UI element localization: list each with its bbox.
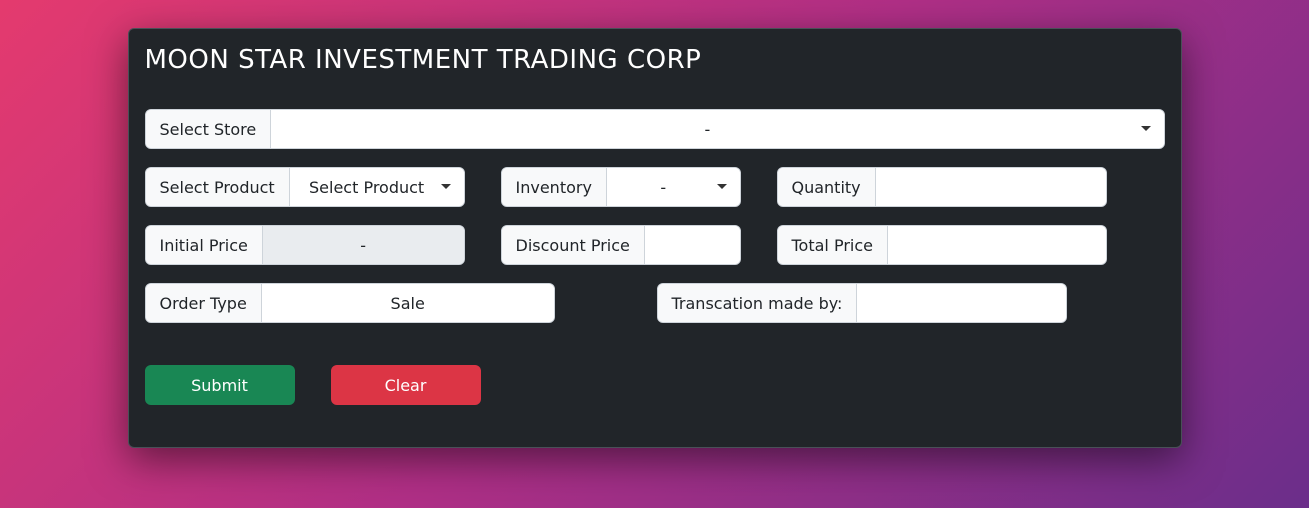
total-price-label: Total Price	[778, 226, 888, 264]
initial-price-value	[263, 226, 464, 264]
quantity-input[interactable]	[876, 168, 1106, 206]
product-select[interactable]: Select Product	[290, 168, 464, 206]
store-label: Select Store	[146, 110, 272, 148]
discount-price-label: Discount Price	[502, 226, 645, 264]
quantity-group: Quantity	[777, 167, 1107, 207]
order-form-panel: MOON STAR INVESTMENT TRADING CORP Select…	[128, 28, 1182, 448]
transaction-by-input[interactable]	[857, 284, 1065, 322]
inventory-label: Inventory	[502, 168, 607, 206]
total-price-input[interactable]	[888, 226, 1106, 264]
clear-button[interactable]: Clear	[331, 365, 481, 405]
discount-price-input[interactable]	[645, 226, 740, 264]
product-label: Select Product	[146, 168, 290, 206]
order-type-value	[262, 284, 554, 322]
transaction-by-label: Transcation made by:	[658, 284, 858, 322]
page-title: MOON STAR INVESTMENT TRADING CORP	[145, 45, 1165, 75]
inventory-group: Inventory -	[501, 167, 741, 207]
transaction-by-group: Transcation made by:	[657, 283, 1067, 323]
order-type-label: Order Type	[146, 284, 262, 322]
product-group: Select Product Select Product	[145, 167, 465, 207]
spacer	[591, 283, 621, 323]
store-group: Select Store -	[145, 109, 1165, 149]
total-price-group: Total Price	[777, 225, 1107, 265]
initial-price-group: Initial Price	[145, 225, 465, 265]
store-select[interactable]: -	[271, 110, 1163, 148]
discount-price-group: Discount Price	[501, 225, 741, 265]
quantity-label: Quantity	[778, 168, 876, 206]
order-type-group: Order Type	[145, 283, 555, 323]
submit-button[interactable]: Submit	[145, 365, 295, 405]
inventory-select[interactable]: -	[607, 168, 740, 206]
initial-price-label: Initial Price	[146, 226, 263, 264]
